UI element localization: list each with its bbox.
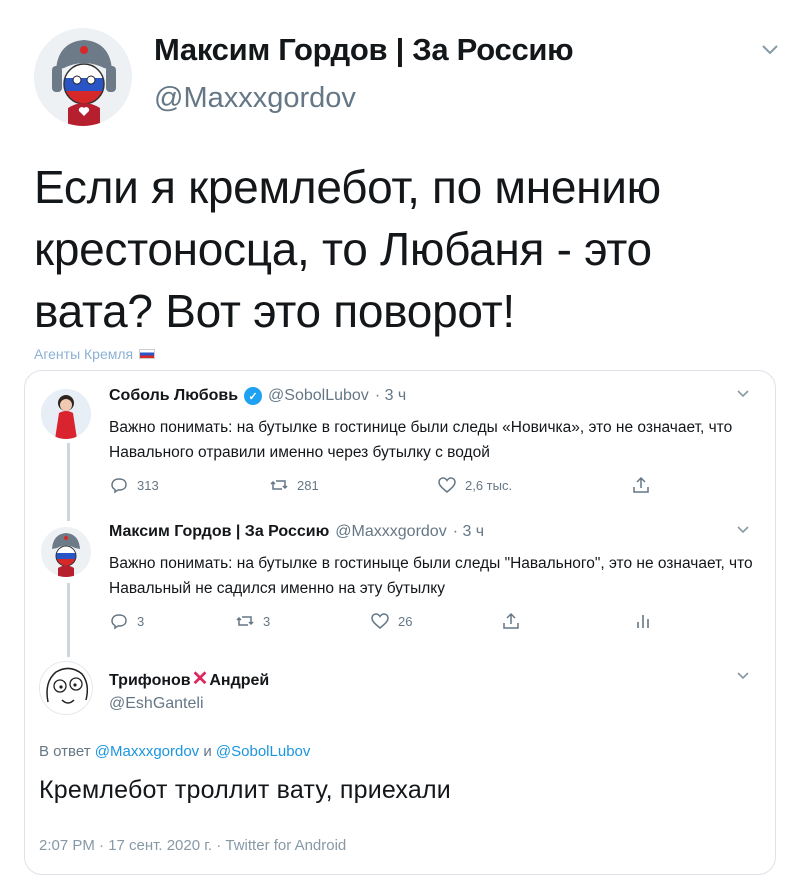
reply-count: 313 [137, 477, 159, 493]
retweet-icon [270, 480, 288, 490]
retweet-button[interactable]: 3 [235, 611, 270, 631]
retweet-button[interactable]: 281 [269, 475, 319, 495]
author-name[interactable]: Максим Гордов | За Россию [109, 523, 329, 541]
author-name[interactable]: Трифонов✕Андрей [109, 669, 269, 690]
tweet-time[interactable]: · 3 ч [453, 523, 484, 541]
retweet-count: 281 [297, 477, 319, 493]
heart-icon [438, 477, 456, 493]
tweet-header: Соболь Любовь ✓ @SobolLubov · 3 ч [109, 387, 406, 405]
tweet-text: Если я кремлебот, по мнению крестоносца,… [34, 161, 661, 337]
author-name[interactable]: Максим Гордов | За Россию [154, 32, 574, 68]
avatar[interactable] [41, 527, 91, 577]
retweet-count: 3 [263, 613, 271, 629]
author-name-part1: Трифонов [109, 672, 191, 689]
author-handle[interactable]: @SobolLubov [268, 387, 369, 405]
label-text: Агенты Кремля [34, 346, 134, 362]
author-name-part2: Андрей [209, 672, 270, 689]
verified-badge-icon: ✓ [244, 387, 263, 405]
like-count: 26 [398, 613, 413, 629]
retweet-icon [236, 616, 254, 626]
avatar[interactable] [34, 28, 132, 126]
share-icon [503, 612, 519, 629]
mention-link[interactable]: @SobolLubov [216, 743, 310, 760]
tweet-header: Трифонов✕Андрей [109, 669, 269, 690]
avatar[interactable] [39, 661, 93, 715]
reply-button[interactable]: 3 [109, 611, 144, 631]
mention-link[interactable]: @Maxxxgordov [95, 743, 199, 760]
tweet-header: Максим Гордов | За Россию @Maxxxgordov ·… [109, 523, 484, 541]
reply-context: В ответ @Maxxxgordov и @SobolLubov [39, 743, 310, 760]
reply-prefix: В ответ [39, 743, 91, 760]
tweet-timestamp[interactable]: 2:07 PM · 17 сент. 2020 г. · Twitter for… [39, 837, 346, 854]
chevron-down-icon[interactable] [756, 38, 784, 66]
share-button[interactable] [631, 475, 651, 495]
chevron-down-icon[interactable] [733, 521, 753, 541]
red-x-icon: ✕ [191, 668, 209, 690]
heart-icon [371, 613, 389, 629]
tweet-subheader: @EshGanteli [109, 695, 204, 713]
author-handle[interactable]: @EshGanteli [109, 695, 204, 713]
thread-line [67, 443, 70, 521]
author-handle[interactable]: @Maxxxgordov [154, 82, 356, 115]
author-handle[interactable]: @Maxxxgordov [335, 523, 446, 541]
like-button[interactable]: 2,6 тыс. [437, 475, 512, 495]
tweet-text: Важно понимать: на бутылке в гостинице б… [109, 419, 733, 461]
outer-tweet-header: Максим Гордов | За Россию @Maxxxgordov [24, 22, 784, 126]
avatar[interactable] [41, 389, 91, 439]
tweet-text: Важно понимать: на бутылке в гостиныце б… [109, 555, 753, 597]
analytics-button[interactable] [633, 611, 653, 631]
like-count: 2,6 тыс. [465, 477, 513, 493]
analytics-icon [637, 615, 649, 628]
label-row: Агенты Кремля [34, 346, 156, 362]
reply-button[interactable]: 313 [109, 475, 159, 495]
author-name[interactable]: Соболь Любовь [109, 387, 238, 405]
thread-line [67, 583, 70, 657]
reply-icon [111, 478, 127, 494]
reply-icon [111, 614, 127, 630]
quoted-thread-card[interactable]: Соболь Любовь ✓ @SobolLubov · 3 ч Важно … [24, 370, 776, 875]
russian-flag-icon [139, 349, 156, 359]
share-icon [633, 476, 649, 493]
share-button[interactable] [501, 611, 521, 631]
tweet-text: Кремлебот троллит вату, приехали [39, 776, 451, 804]
chevron-down-icon[interactable] [733, 667, 753, 687]
like-button[interactable]: 26 [370, 611, 412, 631]
reply-count: 3 [137, 613, 145, 629]
tweet-time[interactable]: · 3 ч [375, 387, 406, 405]
chevron-down-icon[interactable] [733, 385, 753, 405]
reply-and: и [203, 743, 212, 760]
